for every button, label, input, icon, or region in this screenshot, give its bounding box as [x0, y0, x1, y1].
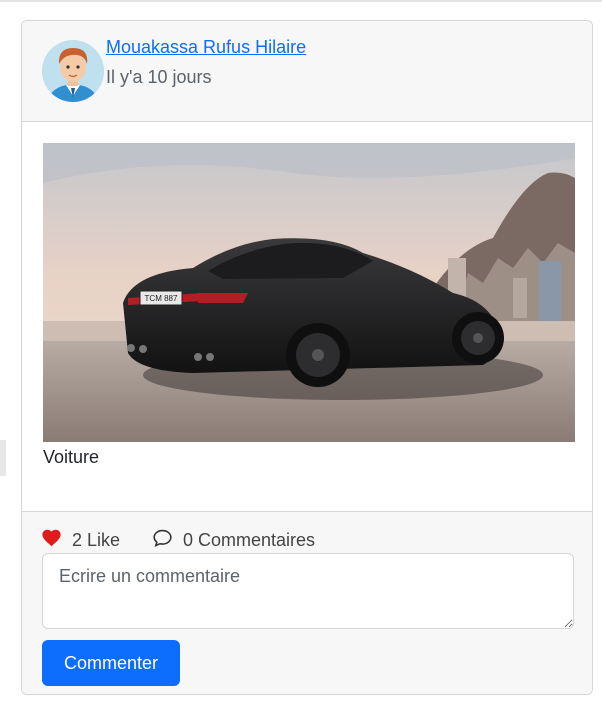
- top-divider: [0, 0, 602, 2]
- license-plate: TCM 887: [145, 294, 178, 303]
- post-caption: Voiture: [43, 447, 100, 467]
- post-timestamp: Il y'a 10 jours: [106, 67, 212, 87]
- post-card: Mouakassa Rufus Hilaire Il y'a 10 jours: [21, 20, 593, 695]
- author-link[interactable]: Mouakassa Rufus Hilaire: [106, 37, 306, 58]
- post-image[interactable]: TCM 887: [43, 143, 575, 442]
- comment-input[interactable]: [42, 553, 574, 629]
- heart-icon: [41, 528, 62, 552]
- comments-button[interactable]: 0 Commentaires: [152, 528, 315, 552]
- speech-bubble-icon: [152, 528, 173, 553]
- comments-count: 0 Commentaires: [183, 529, 316, 550]
- left-edge-fragment: [0, 440, 6, 476]
- post-footer: 2 Like 0 Commentaires Commenter: [22, 511, 592, 694]
- like-button[interactable]: 2 Like: [41, 528, 120, 552]
- submit-comment-button[interactable]: Commenter: [42, 640, 180, 686]
- post-header: Mouakassa Rufus Hilaire Il y'a 10 jours: [22, 21, 592, 122]
- avatar[interactable]: [42, 40, 104, 102]
- like-count: 2 Like: [72, 529, 121, 550]
